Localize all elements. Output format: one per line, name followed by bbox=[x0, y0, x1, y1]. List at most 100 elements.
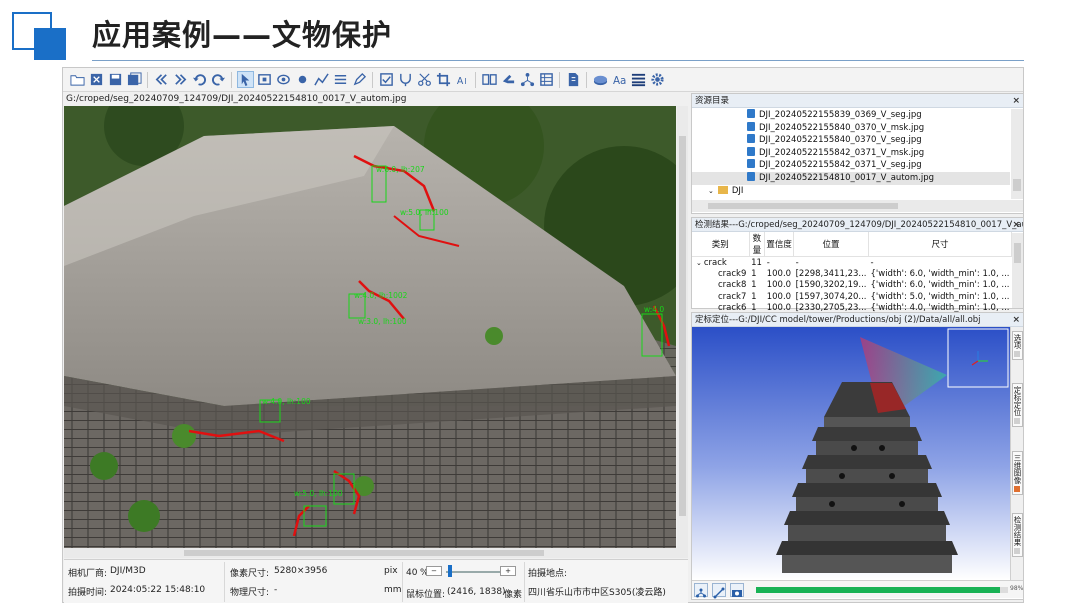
close-file-icon[interactable] bbox=[88, 71, 105, 88]
route-tool-button[interactable] bbox=[712, 583, 726, 599]
save-icon[interactable] bbox=[107, 71, 124, 88]
image-path: G:/croped/seg_20240709_124709/DJI_202405… bbox=[66, 94, 407, 104]
chevron-down-icon: ⌄ bbox=[696, 258, 702, 267]
undo-icon[interactable] bbox=[191, 71, 208, 88]
results-vertical-scrollbar[interactable] bbox=[1012, 233, 1023, 308]
file-item[interactable]: DJI_20240522155842_0371_V_seg.jpg bbox=[692, 159, 1010, 172]
mouse-position-label: 鼠标位置: bbox=[406, 590, 446, 600]
capture-time-label: 拍摄时间: bbox=[68, 588, 108, 598]
file-item-selected[interactable]: DJI_20240522154810_0017_V_autom.jpg bbox=[692, 171, 1010, 185]
image-file-icon bbox=[747, 146, 755, 156]
physical-size-label: 物理尺寸: bbox=[230, 588, 270, 598]
scissors-icon[interactable] bbox=[416, 71, 433, 88]
close-icon[interactable]: × bbox=[1012, 218, 1020, 231]
tab-options[interactable]: 选项 bbox=[1012, 331, 1023, 360]
resource-vertical-scrollbar[interactable] bbox=[1011, 109, 1023, 199]
tab-results[interactable]: 检测结果 bbox=[1012, 513, 1023, 557]
network-tool-button[interactable] bbox=[694, 583, 708, 598]
file-item[interactable]: DJI_20240522155840_0370_V_msk.jpg bbox=[692, 121, 1010, 135]
app-window: AI Aa G:/croped/seg_20240709_124709/DJI_… bbox=[62, 67, 1024, 603]
checkbox-icon[interactable] bbox=[378, 71, 395, 88]
fork-icon[interactable] bbox=[397, 71, 414, 88]
folder-item[interactable]: ⌄ DJI bbox=[692, 185, 1010, 198]
location: 四川省乐山市市中区S305(凌云路) bbox=[528, 588, 666, 598]
viewer-panel-header: 定标定位---G:/DJI/CC model/tower/Productions… bbox=[692, 313, 1023, 327]
crop-icon[interactable] bbox=[435, 71, 452, 88]
text-list-icon[interactable] bbox=[332, 71, 349, 88]
table-icon[interactable] bbox=[538, 71, 555, 88]
font-icon[interactable]: Aa bbox=[611, 71, 628, 88]
mouse-unit: 像素 bbox=[504, 590, 523, 600]
column-header[interactable]: 类别 bbox=[692, 232, 750, 257]
column-header[interactable]: 位置 bbox=[793, 232, 869, 257]
network-icon[interactable] bbox=[519, 71, 536, 88]
image-viewport[interactable]: w:6.0, lh:207 w:5.0, lh:100 w:4.0, lh:10… bbox=[64, 106, 676, 548]
previous-icon[interactable] bbox=[153, 71, 170, 88]
logo-filled-square bbox=[34, 28, 66, 60]
location-label: 拍摄地点: bbox=[528, 569, 568, 579]
next-icon[interactable] bbox=[172, 71, 189, 88]
file-item[interactable]: DJI_20240522155840_0370_V_seg.jpg bbox=[692, 134, 1010, 147]
results-panel: 检测结果---G:/croped/seg_20240709_124709/DJI… bbox=[691, 217, 1024, 313]
viewer-panel: 定标定位---G:/DJI/CC model/tower/Productions… bbox=[691, 312, 1024, 600]
close-icon[interactable]: × bbox=[1012, 94, 1020, 107]
status-bar: 相机厂商: DJI/M3D 拍摄时间: 2024:05:22 15:48:10 … bbox=[64, 559, 688, 603]
image-file-icon bbox=[747, 134, 755, 144]
export-icon[interactable] bbox=[565, 71, 582, 88]
camera-tool-button[interactable] bbox=[730, 583, 744, 597]
3d-viewport[interactable] bbox=[692, 327, 1010, 580]
column-header[interactable]: 尺寸 bbox=[868, 232, 1012, 257]
file-item[interactable]: DJI_20240522155839_0369_V_seg.jpg bbox=[692, 109, 1010, 122]
pen-icon[interactable] bbox=[351, 71, 368, 88]
slide: 应用案例——文物保护 AI Aa G:/croped/seg_20240709_… bbox=[0, 0, 1080, 606]
table-row-group[interactable]: ⌄ crack 11 - - - bbox=[692, 257, 1012, 269]
physical-unit: mm bbox=[384, 585, 402, 595]
arrow-tool-icon[interactable] bbox=[500, 71, 517, 88]
table-row[interactable]: crack9 1 100.0 [2298,3411,23... {'width'… bbox=[692, 268, 1012, 280]
svg-text:I: I bbox=[464, 77, 466, 86]
polyline-icon[interactable] bbox=[313, 71, 330, 88]
chevron-down-icon: ⌄ bbox=[708, 186, 714, 195]
ellipse-icon[interactable] bbox=[275, 71, 292, 88]
redo-icon[interactable] bbox=[210, 71, 227, 88]
tab-3d-image[interactable]: 三维图像 bbox=[1012, 451, 1023, 495]
point-icon[interactable] bbox=[294, 71, 311, 88]
3d-model-view bbox=[692, 327, 1010, 580]
resource-panel-header: 资源目录 × bbox=[692, 94, 1023, 108]
column-header[interactable]: 置信度 bbox=[764, 232, 795, 257]
folder-open-icon[interactable] bbox=[69, 71, 86, 88]
svg-text:A: A bbox=[457, 76, 464, 87]
table-row[interactable]: crack7 1 100.0 [1597,3074,20... {'width'… bbox=[692, 291, 1012, 303]
table-row[interactable]: crack8 1 100.0 [1590,3202,19... {'width'… bbox=[692, 280, 1012, 292]
close-icon[interactable]: × bbox=[1012, 313, 1020, 326]
resource-horizontal-scrollbar[interactable] bbox=[692, 200, 1023, 212]
tower-photo: w:6.0, lh:207 w:5.0, lh:100 w:4.0, lh:10… bbox=[64, 106, 676, 548]
detection-label: w:6.0, lh:207 bbox=[376, 165, 425, 174]
image-horizontal-scrollbar[interactable] bbox=[64, 548, 688, 558]
disc-icon[interactable] bbox=[592, 71, 609, 88]
list-icon[interactable] bbox=[630, 71, 647, 88]
zoom-value: 40 bbox=[406, 568, 418, 578]
zoom-slider-handle[interactable] bbox=[448, 565, 452, 577]
results-panel-header: 检测结果---G:/croped/seg_20240709_124709/DJI… bbox=[692, 218, 1023, 232]
folder-icon bbox=[717, 185, 728, 194]
zoom-out-button[interactable]: − bbox=[426, 566, 442, 576]
detection-label: w:5.0, lh:100 bbox=[400, 208, 449, 217]
zoom-in-button[interactable]: + bbox=[500, 566, 516, 576]
svg-text:Aa: Aa bbox=[613, 75, 626, 87]
resource-panel-title: 资源目录 bbox=[695, 96, 730, 106]
column-header[interactable]: 数量 bbox=[749, 232, 766, 257]
tab-calibration[interactable]: 定标定位 bbox=[1012, 383, 1023, 427]
rectangle-select-icon[interactable] bbox=[256, 71, 273, 88]
viewer-panel-title: 定标定位---G:/DJI/CC model/tower/Productions… bbox=[695, 315, 981, 325]
file-item[interactable]: DJI_20240522155842_0371_V_msk.jpg bbox=[692, 146, 1010, 160]
image-file-icon bbox=[747, 121, 755, 131]
ai-text-icon[interactable]: AI bbox=[454, 71, 471, 88]
zoom-slider[interactable] bbox=[446, 571, 502, 573]
image-file-icon bbox=[747, 109, 755, 118]
gear-icon[interactable] bbox=[649, 71, 666, 88]
pointer-icon[interactable] bbox=[237, 71, 254, 88]
book-icon[interactable] bbox=[481, 71, 498, 88]
image-vertical-scrollbar[interactable] bbox=[677, 106, 688, 548]
save-all-icon[interactable] bbox=[126, 71, 143, 88]
